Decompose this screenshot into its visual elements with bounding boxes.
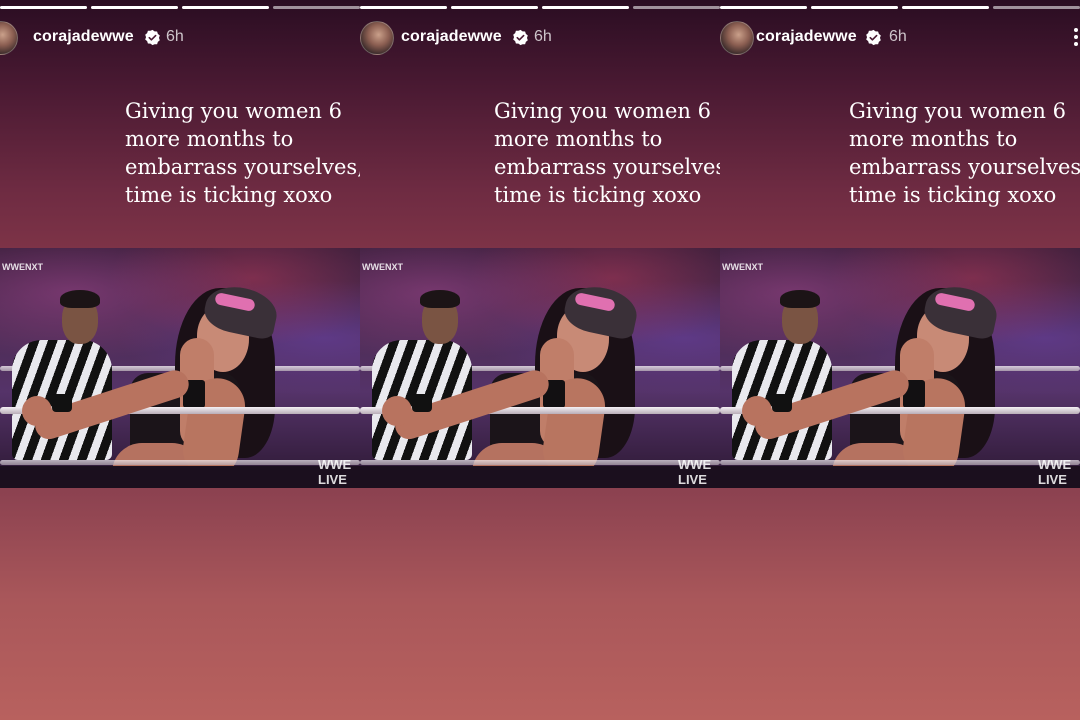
- referee-hair: [60, 290, 100, 308]
- referee-hair: [420, 290, 460, 308]
- username[interactable]: corajadewwe: [401, 28, 502, 46]
- ring-rope: [360, 460, 720, 465]
- story-photo: WWENXT WWE LIVE: [360, 248, 720, 488]
- more-vertical-icon[interactable]: [1072, 26, 1080, 50]
- wrestler-hand: [382, 396, 412, 426]
- progress-segment: [902, 6, 989, 9]
- watermark-top: WWENXT: [722, 262, 763, 272]
- avatar[interactable]: [720, 21, 754, 55]
- story-progress-bar: [720, 6, 1080, 9]
- story-panel-1[interactable]: corajadewwe 6h Giving you women 6 more m…: [0, 0, 360, 720]
- wrestler-hand: [22, 396, 52, 426]
- progress-segment: [91, 6, 178, 9]
- ring-apron: [360, 466, 720, 488]
- ring-rope: [0, 460, 360, 465]
- watermark-bottom: WWE LIVE: [318, 457, 352, 487]
- progress-segment: [273, 6, 360, 9]
- watermark-top: WWENXT: [2, 262, 43, 272]
- story-caption: Giving you women 6 more months to embarr…: [125, 99, 360, 207]
- watermark-bottom: WWE LIVE: [678, 457, 712, 487]
- progress-segment: [993, 6, 1080, 9]
- avatar[interactable]: [360, 21, 394, 55]
- ring-apron: [0, 466, 360, 488]
- username[interactable]: corajadewwe: [33, 28, 134, 46]
- story-progress-bar: [360, 6, 720, 9]
- story-caption: Giving you women 6 more months to embarr…: [494, 99, 720, 207]
- watermark-top: WWENXT: [362, 262, 403, 272]
- story-caption: Giving you women 6 more months to embarr…: [849, 99, 1080, 207]
- story-panel-3[interactable]: corajadewwe 6h Giving you women 6 more m…: [720, 0, 1080, 720]
- story-panel-2[interactable]: corajadewwe 6h Giving you women 6 more m…: [360, 0, 720, 720]
- progress-segment: [451, 6, 538, 9]
- post-time: 6h: [889, 28, 907, 45]
- watermark-bottom: WWE LIVE: [1038, 457, 1072, 487]
- username[interactable]: corajadewwe: [756, 28, 857, 46]
- ring-rope: [720, 460, 1080, 465]
- verified-badge-icon: [513, 29, 528, 46]
- wrestler-wristband: [772, 394, 792, 412]
- story-progress-bar: [0, 6, 360, 9]
- story-photo: WWENXT WWE LIVE: [0, 248, 360, 488]
- ring-apron: [720, 466, 1080, 488]
- progress-segment: [811, 6, 898, 9]
- story-header: corajadewwe 6h: [720, 20, 1080, 56]
- progress-segment: [542, 6, 629, 9]
- wrestler-hand: [742, 396, 772, 426]
- story-header: corajadewwe 6h: [360, 20, 720, 56]
- progress-segment: [633, 6, 720, 9]
- progress-segment: [0, 6, 87, 9]
- avatar[interactable]: [0, 21, 18, 55]
- verified-badge-icon: [145, 29, 160, 46]
- post-time: 6h: [166, 28, 184, 45]
- progress-segment: [182, 6, 269, 9]
- story-photo: WWENXT WWE LIVE: [720, 248, 1080, 488]
- post-time: 6h: [534, 28, 552, 45]
- verified-badge-icon: [866, 29, 881, 46]
- progress-segment: [720, 6, 807, 9]
- wrestler-wristband: [52, 394, 72, 412]
- wrestler-wristband: [412, 394, 432, 412]
- story-header: corajadewwe 6h: [0, 20, 360, 56]
- referee-hair: [780, 290, 820, 308]
- progress-segment: [360, 6, 447, 9]
